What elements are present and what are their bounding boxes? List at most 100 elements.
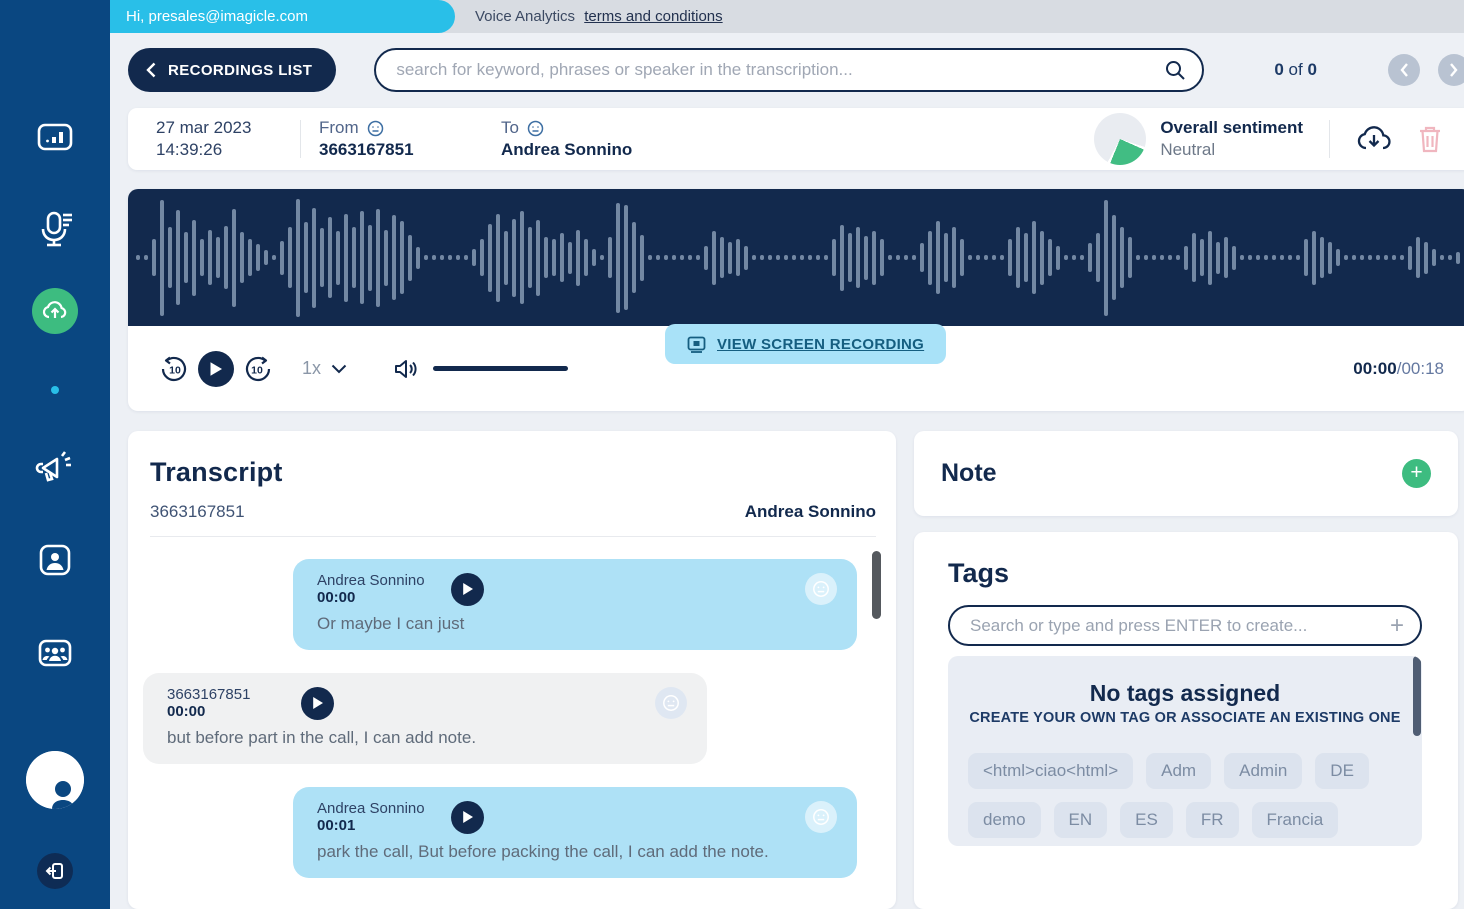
waveform-bar bbox=[504, 231, 508, 285]
waveform-bar bbox=[1328, 242, 1332, 274]
tag-chip[interactable]: ES bbox=[1120, 802, 1173, 838]
waveform-bar bbox=[944, 233, 948, 282]
transcription-search-input[interactable] bbox=[396, 60, 1164, 80]
waveform-bar bbox=[440, 255, 444, 260]
volume-slider[interactable] bbox=[433, 366, 568, 371]
tags-scrollbar[interactable] bbox=[1413, 656, 1421, 736]
waveform-bar bbox=[608, 237, 612, 278]
tag-chip[interactable]: demo bbox=[968, 802, 1041, 838]
previous-recording-button[interactable] bbox=[1388, 54, 1420, 86]
waveform-bar bbox=[1256, 255, 1260, 260]
waveform-bar bbox=[1272, 255, 1276, 260]
waveform-bar bbox=[976, 255, 980, 260]
waveform-bar bbox=[936, 221, 940, 294]
waveform-bar bbox=[696, 255, 700, 260]
to-block: To Andrea Sonnino bbox=[483, 118, 723, 160]
tag-chip[interactable]: DE bbox=[1315, 753, 1369, 789]
message-text: Or maybe I can just bbox=[317, 614, 837, 634]
waveform-bar bbox=[328, 217, 332, 298]
waveform-bar bbox=[1304, 239, 1308, 276]
waveform-bar bbox=[464, 255, 468, 260]
waveform-bar bbox=[592, 249, 596, 266]
add-tag-icon[interactable]: + bbox=[1390, 614, 1404, 638]
svg-text:10: 10 bbox=[169, 364, 181, 376]
waveform[interactable] bbox=[128, 189, 1464, 326]
waveform-bar bbox=[784, 255, 788, 260]
tag-chip[interactable]: <html>ciao<html> bbox=[968, 753, 1133, 789]
waveform-bar bbox=[360, 211, 364, 304]
waveform-bar bbox=[792, 255, 796, 260]
waveform-bar bbox=[1032, 221, 1036, 294]
view-screen-recording-link[interactable]: VIEW SCREEN RECORDING bbox=[665, 324, 946, 364]
right-speaker-label: Andrea Sonnino bbox=[745, 502, 876, 522]
next-recording-button[interactable] bbox=[1438, 54, 1464, 86]
delete-recording-button[interactable] bbox=[1416, 123, 1444, 155]
recordings-list-button[interactable]: RECORDINGS LIST bbox=[128, 48, 336, 92]
tag-chip[interactable]: Francia bbox=[1252, 802, 1339, 838]
main-area: Hi, presales@imagicle.com Voice Analytic… bbox=[110, 0, 1464, 909]
waveform-bar bbox=[576, 230, 580, 286]
users-icon[interactable] bbox=[32, 630, 78, 676]
logout-icon[interactable] bbox=[37, 853, 73, 889]
user-avatar[interactable] bbox=[26, 751, 84, 809]
transcript-scrollbar[interactable] bbox=[872, 551, 881, 619]
tag-chip[interactable]: FR bbox=[1186, 802, 1239, 838]
cloud-upload-icon[interactable] bbox=[32, 288, 78, 334]
svg-text:10: 10 bbox=[251, 364, 263, 376]
message-timestamp: 00:01 bbox=[317, 817, 429, 834]
waveform-bar bbox=[744, 246, 748, 270]
search-icon[interactable] bbox=[1164, 59, 1186, 81]
waveform-bar bbox=[1360, 255, 1364, 260]
waveform-bar bbox=[752, 255, 756, 260]
rewind-10-button[interactable]: 10 bbox=[158, 352, 192, 386]
sentiment-block: Overall sentiment Neutral bbox=[1160, 118, 1303, 160]
play-message-button[interactable] bbox=[451, 801, 484, 834]
message-sentiment-face-icon bbox=[805, 801, 837, 833]
tag-chip[interactable]: Admin bbox=[1224, 753, 1302, 789]
from-block: From 3663167851 bbox=[301, 118, 483, 160]
terms-link[interactable]: terms and conditions bbox=[584, 8, 722, 25]
waveform-bar bbox=[1448, 255, 1452, 260]
tag-chip[interactable]: Adm bbox=[1146, 753, 1211, 789]
speaker-icon[interactable] bbox=[393, 357, 419, 381]
user-greeting-pill[interactable]: Hi, presales@imagicle.com bbox=[110, 0, 455, 33]
neutral-face-icon bbox=[812, 580, 830, 598]
waveform-bar bbox=[664, 255, 668, 260]
play-button[interactable] bbox=[198, 351, 234, 387]
waveform-bar bbox=[1416, 237, 1420, 278]
waveform-bar bbox=[736, 239, 740, 276]
waveform-bar bbox=[280, 241, 284, 275]
voice-analytics-app: Hi, presales@imagicle.com Voice Analytic… bbox=[0, 0, 1464, 909]
add-note-button[interactable]: + bbox=[1402, 459, 1431, 488]
transcript-message: Andrea Sonnino00:01park the call, But be… bbox=[293, 787, 857, 878]
play-message-button[interactable] bbox=[451, 573, 484, 606]
waveform-bar bbox=[1096, 233, 1100, 282]
recordings-icon[interactable] bbox=[32, 205, 78, 251]
note-panel: Note + bbox=[914, 431, 1458, 516]
waveform-bar bbox=[296, 199, 300, 317]
left-speaker-label: 3663167851 bbox=[150, 502, 245, 522]
forward-10-button[interactable]: 10 bbox=[240, 352, 274, 386]
waveform-bar bbox=[1104, 200, 1108, 316]
neutral-face-icon bbox=[662, 694, 680, 712]
waveform-bar bbox=[176, 210, 180, 305]
tag-chip[interactable]: EN bbox=[1054, 802, 1108, 838]
waveform-bar bbox=[248, 239, 252, 276]
playback-speed-dropdown[interactable]: 1x bbox=[302, 358, 347, 379]
waveform-bar bbox=[1312, 231, 1316, 285]
tag-search-input[interactable] bbox=[970, 616, 1390, 636]
no-tags-subtitle: CREATE YOUR OWN TAG OR ASSOCIATE AN EXIS… bbox=[968, 710, 1402, 726]
chevron-right-icon bbox=[1449, 62, 1459, 78]
download-recording-button[interactable] bbox=[1356, 124, 1392, 154]
waveform-bar bbox=[864, 236, 868, 280]
waveform-bar bbox=[640, 235, 644, 281]
announcements-icon[interactable] bbox=[31, 444, 79, 492]
play-message-button[interactable] bbox=[301, 687, 334, 720]
waveform-bar bbox=[1136, 255, 1140, 260]
contact-card-icon[interactable] bbox=[32, 537, 78, 583]
waveform-bar bbox=[1288, 255, 1292, 260]
analytics-icon[interactable] bbox=[32, 114, 78, 160]
waveform-bar bbox=[208, 230, 212, 285]
waveform-bar bbox=[1224, 237, 1228, 278]
waveform-bar bbox=[824, 255, 828, 260]
